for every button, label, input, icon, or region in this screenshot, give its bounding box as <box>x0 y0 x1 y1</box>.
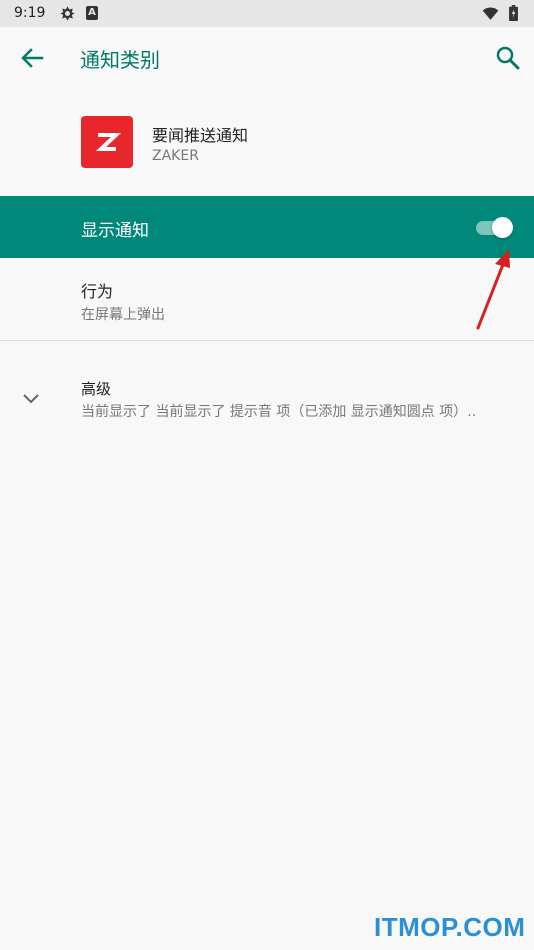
show-notifications-toggle[interactable] <box>474 216 514 238</box>
chevron-down-icon <box>23 394 39 404</box>
behavior-summary: 在屏幕上弹出 <box>81 307 165 323</box>
app-name: ZAKER <box>152 148 199 164</box>
wifi-icon <box>482 7 499 20</box>
zaker-app-icon <box>81 116 133 168</box>
page-title: 通知类别 <box>80 48 160 72</box>
show-notifications-label: 显示通知 <box>81 221 149 241</box>
channel-name: 要闻推送通知 <box>152 126 249 145</box>
advanced-title: 高级 <box>81 380 112 398</box>
battery-icon <box>509 5 518 21</box>
show-notifications-row[interactable]: 显示通知 <box>0 196 534 258</box>
search-icon[interactable] <box>492 42 524 74</box>
advanced-row[interactable]: 高级 当前显示了 当前显示了 提示音 项（已添加 显示通知圆点 项）.. <box>0 341 534 451</box>
status-bar: 9:19 A <box>0 0 534 27</box>
status-time: 9:19 <box>14 5 46 21</box>
arrow-left-icon[interactable] <box>16 42 48 74</box>
zaker-logo-icon <box>95 133 122 151</box>
toggle-thumb <box>492 217 513 238</box>
screen: 9:19 A 通知类别 要闻推送通知 ZAKER 显示通知 行为 在屏幕上弹出 … <box>0 0 534 950</box>
annotation-arrow-icon <box>476 249 510 330</box>
behavior-row[interactable]: 行为 在屏幕上弹出 <box>0 258 534 340</box>
a-badge-icon: A <box>86 6 98 20</box>
advanced-summary: 当前显示了 当前显示了 提示音 项（已添加 显示通知圆点 项）.. <box>81 404 477 420</box>
toolbar: 通知类别 <box>0 27 534 89</box>
settings-sync-icon <box>60 6 75 21</box>
watermark: ITMOP.COM <box>374 912 526 942</box>
app-header: 要闻推送通知 ZAKER <box>0 104 534 184</box>
behavior-title: 行为 <box>81 282 114 301</box>
